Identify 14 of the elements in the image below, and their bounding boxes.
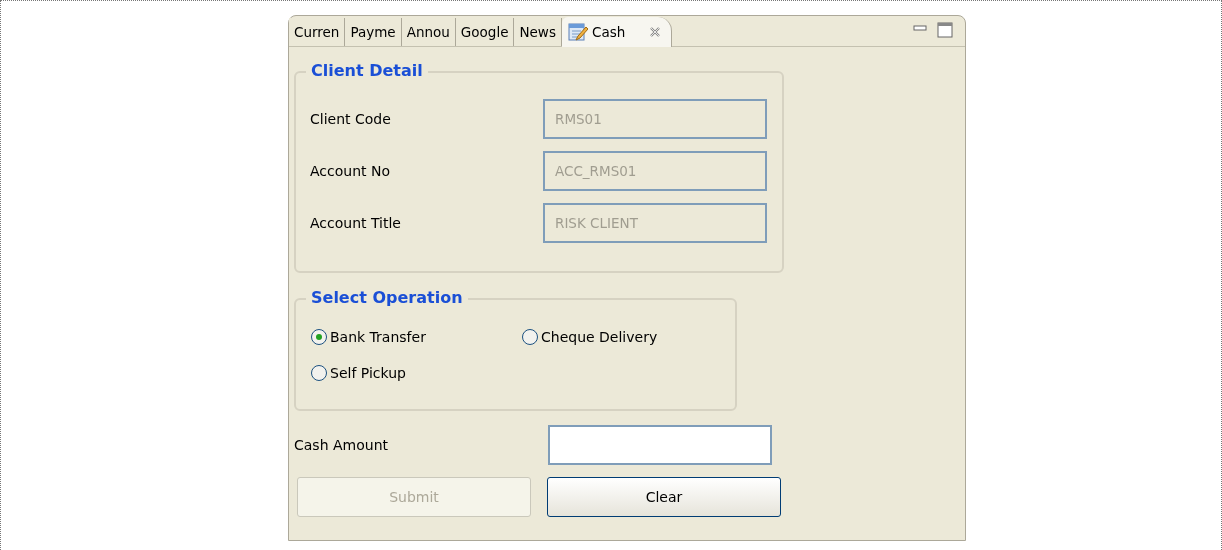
close-icon[interactable] bbox=[649, 26, 662, 38]
field-label: Account No bbox=[310, 163, 390, 179]
clear-button[interactable]: Clear bbox=[547, 477, 781, 517]
radio-option[interactable]: Self Pickup bbox=[310, 364, 521, 382]
field-label: Account Title bbox=[310, 215, 401, 231]
document-edit-icon bbox=[567, 22, 588, 42]
input-field[interactable] bbox=[548, 425, 772, 465]
maximize-icon[interactable] bbox=[937, 22, 953, 38]
field-label: Client Code bbox=[310, 111, 391, 127]
tab[interactable]: Cash bbox=[561, 17, 673, 47]
field-label: Cash Amount bbox=[294, 437, 388, 453]
radio-option[interactable]: Bank Transfer bbox=[310, 328, 521, 346]
tab[interactable]: Curren bbox=[289, 18, 346, 46]
radio-option[interactable]: Cheque Delivery bbox=[521, 328, 721, 346]
